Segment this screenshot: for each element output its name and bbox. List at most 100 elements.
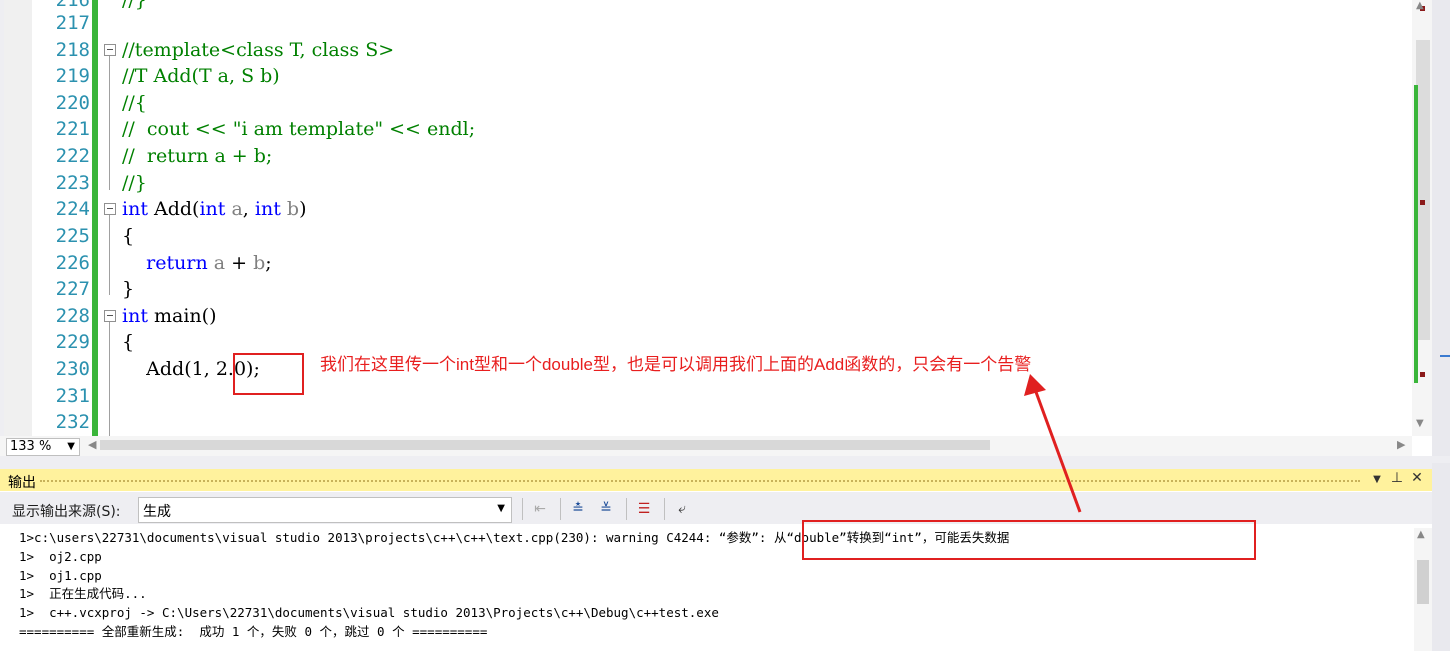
output-line: 1> 正在生成代码... <box>19 586 147 601</box>
code-line[interactable]: int Add(int a, int b) <box>122 196 306 223</box>
error-marker <box>1420 200 1425 205</box>
source-value: 生成 <box>143 504 171 520</box>
param-b: b <box>286 198 300 220</box>
code-line[interactable]: return a + b; <box>122 250 272 277</box>
line-number: 232 <box>55 411 90 433</box>
right-side-strip <box>1432 0 1450 463</box>
line-number: 218 <box>55 39 90 61</box>
error-marker <box>1420 372 1425 377</box>
keyword-int: int <box>122 305 148 327</box>
annotation-box-warning <box>802 520 1256 560</box>
dropdown-arrow-icon[interactable]: ▼ <box>1368 474 1386 485</box>
keyword-int: int <box>199 198 226 220</box>
code-line[interactable]: // cout << "i am template" << endl; <box>122 116 475 143</box>
param-a: a <box>213 252 226 274</box>
line-number: 219 <box>55 65 90 87</box>
keyword-return: return <box>146 252 208 274</box>
right-side-strip <box>1432 463 1450 651</box>
outline-line <box>109 56 110 190</box>
function-name: Add <box>154 198 193 220</box>
function-call: Add <box>146 358 185 380</box>
zoom-value: 133 % <box>10 439 52 454</box>
scrollbar-thumb[interactable] <box>1416 40 1430 340</box>
output-line: 1> oj1.cpp <box>19 568 102 583</box>
paren: ) <box>299 198 307 220</box>
code-line[interactable]: } <box>122 276 134 303</box>
line-number: 229 <box>55 331 90 353</box>
annotation-text: 我们在这里传一个int型和一个double型，也是可以调用我们上面的Add函数的… <box>320 355 1032 374</box>
operator: + <box>231 252 248 274</box>
scroll-left-icon[interactable]: ◀ <box>88 438 96 451</box>
scroll-up-icon[interactable]: ▲ <box>1416 0 1424 11</box>
scrollbar-thumb[interactable] <box>1417 560 1429 604</box>
source-dropdown[interactable]: 生成 ▼ <box>138 497 512 523</box>
code-line[interactable]: //} <box>122 0 147 14</box>
line-number: 225 <box>55 225 90 247</box>
dropdown-arrow-icon: ▼ <box>67 441 75 452</box>
line-number: 226 <box>55 252 90 274</box>
change-tracking-bar <box>92 0 98 436</box>
output-line: 1> c++.vcxproj -> C:\Users\22731\documen… <box>19 605 719 620</box>
output-line: 1> oj2.cpp <box>19 549 102 564</box>
code-line[interactable]: //T Add(T a, S b) <box>122 63 280 90</box>
toolbar-separator <box>626 498 627 520</box>
code-line[interactable]: { <box>122 223 134 250</box>
panel-splitter[interactable] <box>0 456 1450 469</box>
source-label: 显示输出来源(S): <box>12 504 121 520</box>
code-line[interactable]: //template<class T, class S> <box>122 37 394 64</box>
next-message-icon[interactable]: ≚ <box>596 500 616 518</box>
annotation-box-argument <box>233 353 304 395</box>
keyword-int: int <box>254 198 281 220</box>
scroll-up-icon[interactable]: ▲ <box>1417 529 1425 540</box>
semicolon: ; <box>265 252 272 274</box>
line-number: 223 <box>55 172 90 194</box>
param-a: a <box>231 198 243 220</box>
collapse-icon[interactable] <box>104 203 116 215</box>
zoom-dropdown[interactable]: 133 % ▼ <box>6 438 80 456</box>
code-line[interactable]: // return a + b; <box>122 143 272 170</box>
prev-message-icon[interactable]: ≛ <box>568 500 588 518</box>
indicator-margin <box>4 0 32 436</box>
close-icon[interactable]: ✕ <box>1408 470 1426 486</box>
collapse-icon[interactable] <box>104 310 116 322</box>
toolbar-separator <box>664 498 665 520</box>
code-line[interactable]: { <box>122 329 134 356</box>
scroll-right-icon[interactable]: ▶ <box>1397 438 1405 451</box>
outline-line <box>109 215 110 295</box>
output-line: ========== 全部重新生成: 成功 1 个，失败 0 个，跳过 0 个 … <box>19 624 488 639</box>
line-number: 224 <box>55 198 90 220</box>
line-number: 220 <box>55 92 90 114</box>
comma: , <box>242 198 249 220</box>
line-number: 221 <box>55 118 90 140</box>
outline-line <box>109 322 110 436</box>
line-number-gutter: 216 217 218 219 220 221 222 223 224 225 … <box>32 0 98 436</box>
keyword-int: int <box>122 198 148 220</box>
pin-icon[interactable]: ⊥ <box>1388 470 1406 486</box>
function-name: main() <box>154 305 217 327</box>
collapse-icon[interactable] <box>104 44 116 56</box>
panel-title: 输出 <box>8 475 36 491</box>
arg-int: 1, <box>191 358 210 380</box>
clear-all-icon[interactable]: ☰ <box>634 500 654 518</box>
dropdown-arrow-icon: ▼ <box>497 503 505 514</box>
header-grip <box>40 480 1360 482</box>
scroll-change-marker <box>1414 85 1418 383</box>
param-b: b <box>253 252 266 274</box>
line-number: 227 <box>55 278 90 300</box>
word-wrap-icon[interactable]: ⤶ <box>672 500 692 518</box>
line-number: 231 <box>55 385 90 407</box>
line-number: 230 <box>55 358 90 380</box>
divider <box>1440 355 1450 357</box>
code-line[interactable]: //{ <box>122 90 147 117</box>
scroll-down-icon[interactable]: ▼ <box>1416 418 1424 429</box>
toolbar-separator <box>560 498 561 520</box>
horizontal-scrollbar-thumb[interactable] <box>100 440 990 450</box>
line-number: 217 <box>55 12 90 34</box>
code-line[interactable]: int main() <box>122 303 216 330</box>
paren: ( <box>184 358 192 380</box>
line-number: 228 <box>55 305 90 327</box>
toolbar-separator <box>522 498 523 520</box>
code-line[interactable]: //} <box>122 170 147 197</box>
clear-icon[interactable]: ⇤ <box>530 500 550 518</box>
line-number: 222 <box>55 145 90 167</box>
